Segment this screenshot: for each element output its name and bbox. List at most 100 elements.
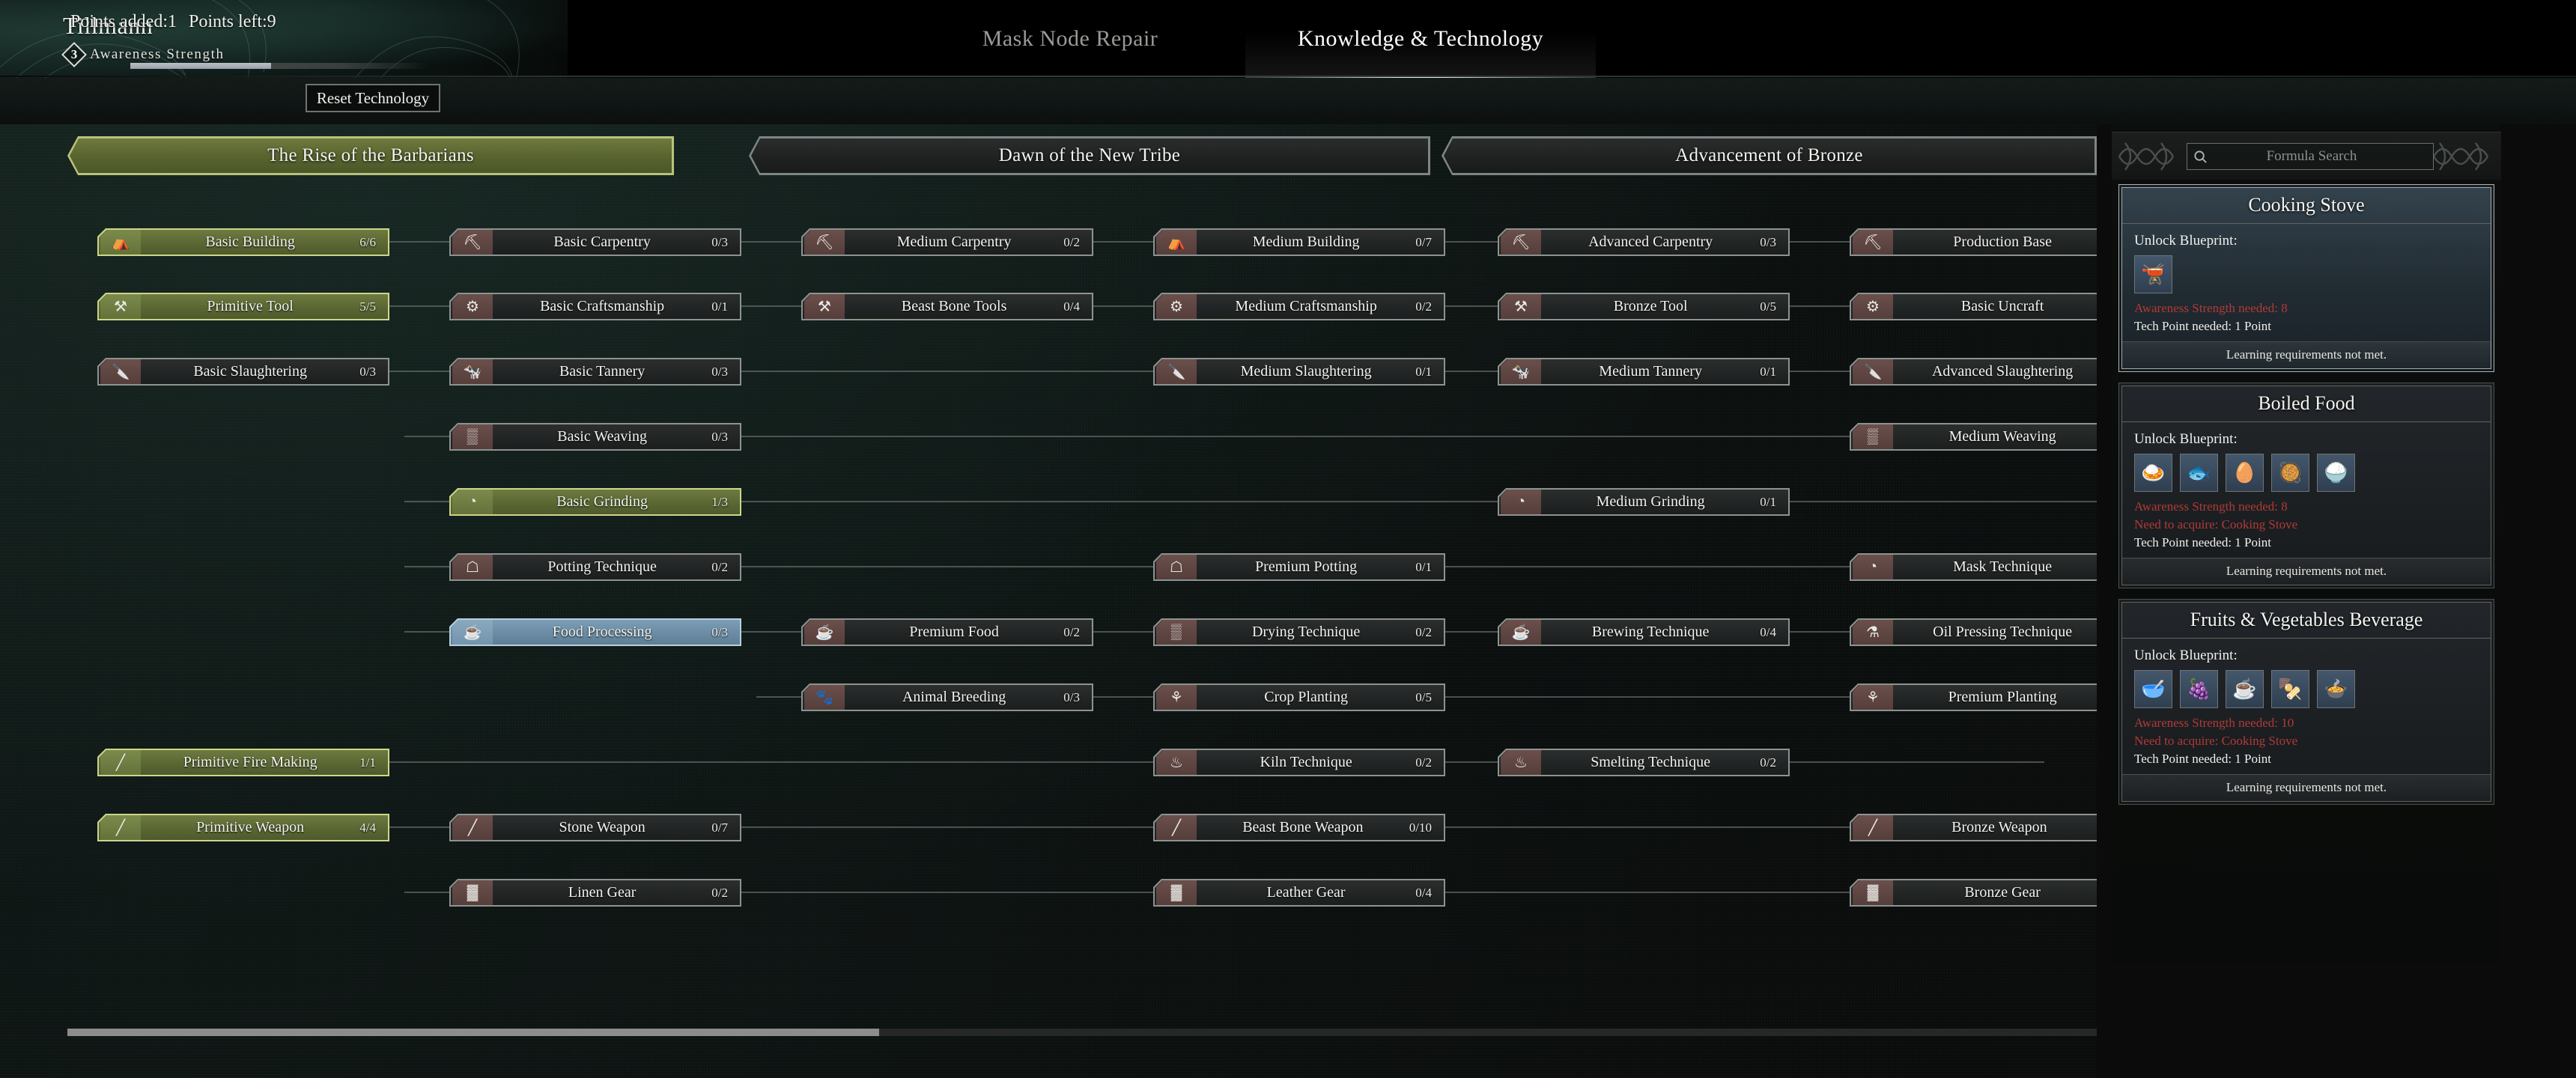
tech-node-basic-uncraft[interactable]: ⚙Basic Uncraft0/1 [1850,293,2097,320]
blueprint-item-2-icon[interactable]: ☕ [2226,670,2264,708]
tech-node-basic-slaughtering[interactable]: 🔪Basic Slaughtering0/3 [97,358,389,386]
tech-node-medium-carpentry[interactable]: ⛏Medium Carpentry0/2 [801,228,1093,256]
tech-node-label: Potting Technique [493,558,711,576]
tech-node-medium-tannery[interactable]: 🐄Medium Tannery0/1 [1498,358,1790,386]
tech-node-label: Medium Slaughtering [1197,363,1415,380]
tech-node-linen-gear[interactable]: ▓Linen Gear0/2 [449,879,741,907]
tech-node-count: 0/3 [711,430,728,445]
blueprint-item-1-icon[interactable]: 🍇 [2180,670,2218,708]
requirement-line-0: Awareness Strength needed: 8 [2134,499,2479,514]
tech-node-primitive-tool[interactable]: ⚒Primitive Tool5/5 [97,293,389,320]
basic-slaughtering-icon: 🔪 [100,359,141,384]
tech-node-label: Primitive Fire Making [141,754,359,771]
tech-tree-panel[interactable]: The Rise of the Barbarians Dawn of the Ne… [0,124,2097,1078]
tech-node-bronze-weapon[interactable]: ╱Bronze Weapon0/12 [1850,814,2097,841]
tech-node-count: 0/1 [1760,365,1776,380]
tech-node-premium-food[interactable]: ☕Premium Food0/2 [801,618,1093,646]
tab-knowledge-technology[interactable]: Knowledge & Technology [1245,0,1596,78]
tech-node-count: 0/3 [711,625,728,640]
requirement-line-2: Tech Point needed: 1 Point [2134,535,2479,550]
tech-node-beast-bone-weapon[interactable]: ╱Beast Bone Weapon0/10 [1153,814,1445,841]
tech-node-premium-planting[interactable]: ⚘Premium Planting0/2 [1850,683,2097,711]
tech-node-basic-tannery[interactable]: 🐄Basic Tannery0/3 [449,358,741,386]
tech-node-basic-carpentry[interactable]: ⛏Basic Carpentry0/3 [449,228,741,256]
tech-node-primitive-weapon[interactable]: ╱Primitive Weapon4/4 [97,814,389,841]
tech-node-premium-potting[interactable]: ☖Premium Potting0/1 [1153,553,1445,581]
formula-card-2[interactable]: Fruits & Vegetables BeverageUnlock Bluep… [2118,599,2494,805]
tech-node-basic-craftsmanship[interactable]: ⚙Basic Craftsmanship0/1 [449,293,741,320]
tech-node-medium-grinding[interactable]: ◔Medium Grinding0/1 [1498,488,1790,516]
tech-node-animal-breeding[interactable]: 🐾Animal Breeding0/3 [801,683,1093,711]
formula-card-0[interactable]: Cooking StoveUnlock Blueprint:🫕Awareness… [2118,184,2494,372]
tech-node-count: 0/2 [1415,755,1432,770]
blueprint-item-0-icon[interactable]: 🥣 [2134,670,2172,708]
tech-node-brewing-technique[interactable]: ☕Brewing Technique0/4 [1498,618,1790,646]
blueprint-item-4-icon[interactable]: 🍲 [2317,670,2355,708]
blueprint-item-1-icon[interactable]: 🐟 [2180,454,2218,492]
tech-node-oil-pressing-technique[interactable]: ⚗Oil Pressing Technique0/2 [1850,618,2097,646]
tech-node-crop-planting[interactable]: ⚘Crop Planting0/5 [1153,683,1445,711]
blueprint-item-0-icon[interactable]: 🍛 [2134,454,2172,492]
blueprint-item-0-icon[interactable]: 🫕 [2134,255,2172,293]
tech-node-smelting-technique[interactable]: ♨Smelting Technique0/2 [1498,749,1790,776]
tech-node-kiln-technique[interactable]: ♨Kiln Technique0/2 [1153,749,1445,776]
blueprint-item-4-icon[interactable]: 🍚 [2317,454,2355,492]
bronze-gear-icon: ▓ [1853,880,1893,905]
tech-node-label: Bronze Gear [1893,884,2097,901]
tech-node-label: Basic Carpentry [493,234,711,251]
tech-node-medium-craftsmanship[interactable]: ⚙Medium Craftsmanship0/2 [1153,293,1445,320]
medium-slaughtering-icon: 🔪 [1156,359,1197,384]
tab-mask-node-repair[interactable]: Mask Node Repair [895,0,1245,78]
formula-card-title: Fruits & Vegetables Beverage [2122,603,2491,639]
tech-node-basic-building[interactable]: ⛺Basic Building6/6 [97,228,389,256]
awareness-progress-bar [130,63,430,69]
tech-node-medium-weaving[interactable]: ▒Medium Weaving0/1 [1850,423,2097,451]
tech-node-label: Basic Uncraft [1893,298,2097,315]
tab-underline-divider [0,76,2576,77]
tech-node-bronze-gear[interactable]: ▓Bronze Gear0/4 [1850,879,2097,907]
advanced-slaughtering-icon: 🔪 [1853,359,1893,384]
awareness-label: Awareness Strength [90,46,225,63]
formula-card-frame: Boiled FoodUnlock Blueprint:🍛🐟🥚🥘🍚Awarene… [2121,386,2491,585]
search-input[interactable]: Formula Search [2187,143,2434,170]
tech-node-label: Medium Building [1197,234,1415,251]
tech-node-count: 0/1 [711,299,728,314]
tech-node-label: Primitive Tool [141,298,359,315]
tech-node-label: Basic Grinding [493,493,711,511]
tech-node-production-base[interactable]: ⛏Production Base0/3 [1850,228,2097,256]
reset-technology-button[interactable]: Reset Technology [306,84,440,112]
search-placeholder: Formula Search [2213,148,2433,165]
tech-node-basic-grinding[interactable]: ◔Basic Grinding1/3 [449,488,741,516]
tech-node-medium-slaughtering[interactable]: 🔪Medium Slaughtering0/1 [1153,358,1445,386]
blueprint-item-3-icon[interactable]: 🍢 [2271,670,2309,708]
formula-card-body: Unlock Blueprint:🫕Awareness Strength nee… [2122,224,2491,341]
formula-card-1[interactable]: Boiled FoodUnlock Blueprint:🍛🐟🥚🥘🍚Awarene… [2118,383,2494,588]
formula-card-frame: Fruits & Vegetables BeverageUnlock Bluep… [2121,602,2491,802]
linen-gear-icon: ▓ [452,880,493,905]
tech-node-label: Leather Gear [1197,884,1415,901]
tech-node-label: Advanced Carpentry [1541,234,1760,251]
tech-node-advanced-carpentry[interactable]: ⛏Advanced Carpentry0/3 [1498,228,1790,256]
tech-node-label: Kiln Technique [1197,754,1415,771]
tech-node-food-processing[interactable]: ☕Food Processing0/3 [449,618,741,646]
tech-node-beast-bone-tools[interactable]: ⚒Beast Bone Tools0/4 [801,293,1093,320]
tech-node-basic-weaving[interactable]: ▒Basic Weaving0/3 [449,423,741,451]
tech-node-count: 0/1 [1760,495,1776,510]
category-header-2[interactable]: Advancement of Bronze [1442,136,2097,175]
blueprint-item-3-icon[interactable]: 🥘 [2271,454,2309,492]
blueprint-item-2-icon[interactable]: 🥚 [2226,454,2264,492]
tech-node-advanced-slaughtering[interactable]: 🔪Advanced Slaughtering0/1 [1850,358,2097,386]
category-header-0[interactable]: The Rise of the Barbarians [67,136,674,175]
category-header-1[interactable]: Dawn of the New Tribe [749,136,1430,175]
tech-node-potting-technique[interactable]: ☖Potting Technique0/2 [449,553,741,581]
basic-weaving-icon: ▒ [452,424,493,449]
tech-node-drying-technique[interactable]: ▒Drying Technique0/2 [1153,618,1445,646]
tech-node-medium-building[interactable]: ⛺Medium Building0/7 [1153,228,1445,256]
tech-node-bronze-tool[interactable]: ⚒Bronze Tool0/5 [1498,293,1790,320]
tech-node-stone-weapon[interactable]: ╱Stone Weapon0/7 [449,814,741,841]
category-header-label: Advancement of Bronze [1675,145,1863,166]
tech-node-leather-gear[interactable]: ▓Leather Gear0/4 [1153,879,1445,907]
leather-gear-icon: ▓ [1156,880,1197,905]
tech-node-primitive-fire-making[interactable]: ╱Primitive Fire Making1/1 [97,749,389,776]
tech-node-mask-technique[interactable]: ◔Mask Technique0/1 [1850,553,2097,581]
